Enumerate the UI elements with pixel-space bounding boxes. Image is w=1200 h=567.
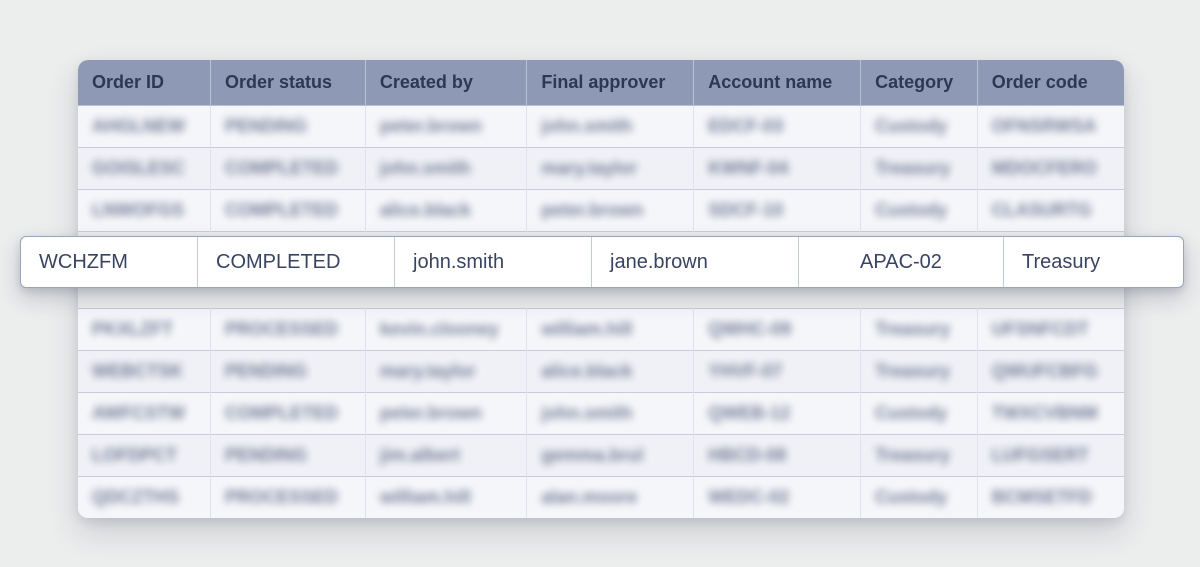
cell-account-name: APAC-02 [799,237,1004,287]
col-order-id[interactable]: Order ID [78,60,211,106]
cell-category: Treasury [861,309,978,351]
cell-code: TWXCVBNM [977,393,1124,435]
cell-order-id: AHGLNEW [78,106,211,148]
cell-code: LUFGSERT [977,435,1124,477]
cell-code: MDOCFERO [977,148,1124,190]
cell-approver: john.smith [527,106,694,148]
cell-category: Custody [861,190,978,232]
cell-final-approver: jane.brown [592,237,799,287]
cell-created-by: william.hill [365,477,526,519]
col-order-status[interactable]: Order status [211,60,366,106]
cell-status: PROCESSED [211,477,366,519]
cell-category: Treasury [861,435,978,477]
cell-account: WEDC-02 [694,477,861,519]
table-row[interactable]: GOISLESCCOMPLETEDjohn.smithmary.taylorKW… [78,148,1124,190]
col-category[interactable]: Category [861,60,978,106]
cell-order-id: WCHZFM [21,237,198,287]
cell-account: QWEB-12 [694,393,861,435]
cell-approver: alan.moore [527,477,694,519]
cell-approver: john.smith [527,393,694,435]
col-account-name[interactable]: Account name [694,60,861,106]
cell-created-by: john.smith [395,237,592,287]
table-row[interactable]: LNWOFGSCOMPLETEDalice.blackpeter.brownSD… [78,190,1124,232]
cell-code: QWUFCBFG [977,351,1124,393]
cell-category: Treasury [861,351,978,393]
cell-order-id: LOFDPCT [78,435,211,477]
cell-status: PENDING [211,351,366,393]
cell-created-by: peter.brown [365,393,526,435]
cell-category: Custody [861,393,978,435]
table-row[interactable]: LOFDPCTPENDINGjim.albertgemma.brulHBCD-0… [78,435,1124,477]
cell-code: CLASURTG [977,190,1124,232]
cell-created-by: mary.taylor [365,351,526,393]
focused-order-row[interactable]: WCHZFM COMPLETED john.smith jane.brown A… [20,236,1184,288]
cell-category: Treasury [1004,237,1200,287]
cell-account: EDCF-03 [694,106,861,148]
cell-code: UFSNFCDT [977,309,1124,351]
table-row[interactable]: AHGLNEWPENDINGpeter.brownjohn.smithEDCF-… [78,106,1124,148]
col-order-code[interactable]: Order code [977,60,1124,106]
table-row[interactable]: QDCZTHSPROCESSEDwilliam.hillalan.mooreWE… [78,477,1124,519]
cell-approver: william.hill [527,309,694,351]
cell-approver: alice.black [527,351,694,393]
cell-approver: peter.brown [527,190,694,232]
cell-account: KWNF-04 [694,148,861,190]
cell-category: Custody [861,106,978,148]
cell-account: YHVF-07 [694,351,861,393]
cell-order-id: QDCZTHS [78,477,211,519]
cell-category: Treasury [861,148,978,190]
col-created-by[interactable]: Created by [365,60,526,106]
cell-created-by: alice.black [365,190,526,232]
table-row[interactable]: WEBCTSKPENDINGmary.tayloralice.blackYHVF… [78,351,1124,393]
cell-order-id: PKXLZFT [78,309,211,351]
cell-order-id: WEBCTSK [78,351,211,393]
cell-account: QWHC-09 [694,309,861,351]
cell-status: PENDING [211,435,366,477]
cell-account: SDCF-10 [694,190,861,232]
cell-created-by: kevin.clooney [365,309,526,351]
cell-created-by: jim.albert [365,435,526,477]
col-final-approver[interactable]: Final approver [527,60,694,106]
cell-order-id: LNWOFGS [78,190,211,232]
cell-status: PROCESSED [211,309,366,351]
table-row[interactable]: PKXLZFTPROCESSEDkevin.clooneywilliam.hil… [78,309,1124,351]
cell-code: OFNSRWSA [977,106,1124,148]
cell-code: BCMSETFD [977,477,1124,519]
cell-order-status: COMPLETED [198,237,395,287]
cell-order-id: AWFCSTW [78,393,211,435]
cell-status: COMPLETED [211,148,366,190]
cell-status: COMPLETED [211,393,366,435]
cell-status: COMPLETED [211,190,366,232]
table-row[interactable]: AWFCSTWCOMPLETEDpeter.brownjohn.smithQWE… [78,393,1124,435]
cell-created-by: john.smith [365,148,526,190]
cell-approver: mary.taylor [527,148,694,190]
cell-status: PENDING [211,106,366,148]
cell-order-id: GOISLESC [78,148,211,190]
cell-approver: gemma.brul [527,435,694,477]
cell-account: HBCD-08 [694,435,861,477]
cell-category: Custody [861,477,978,519]
orders-table: Order ID Order status Created by Final a… [78,60,1124,518]
table-header-row: Order ID Order status Created by Final a… [78,60,1124,106]
cell-created-by: peter.brown [365,106,526,148]
